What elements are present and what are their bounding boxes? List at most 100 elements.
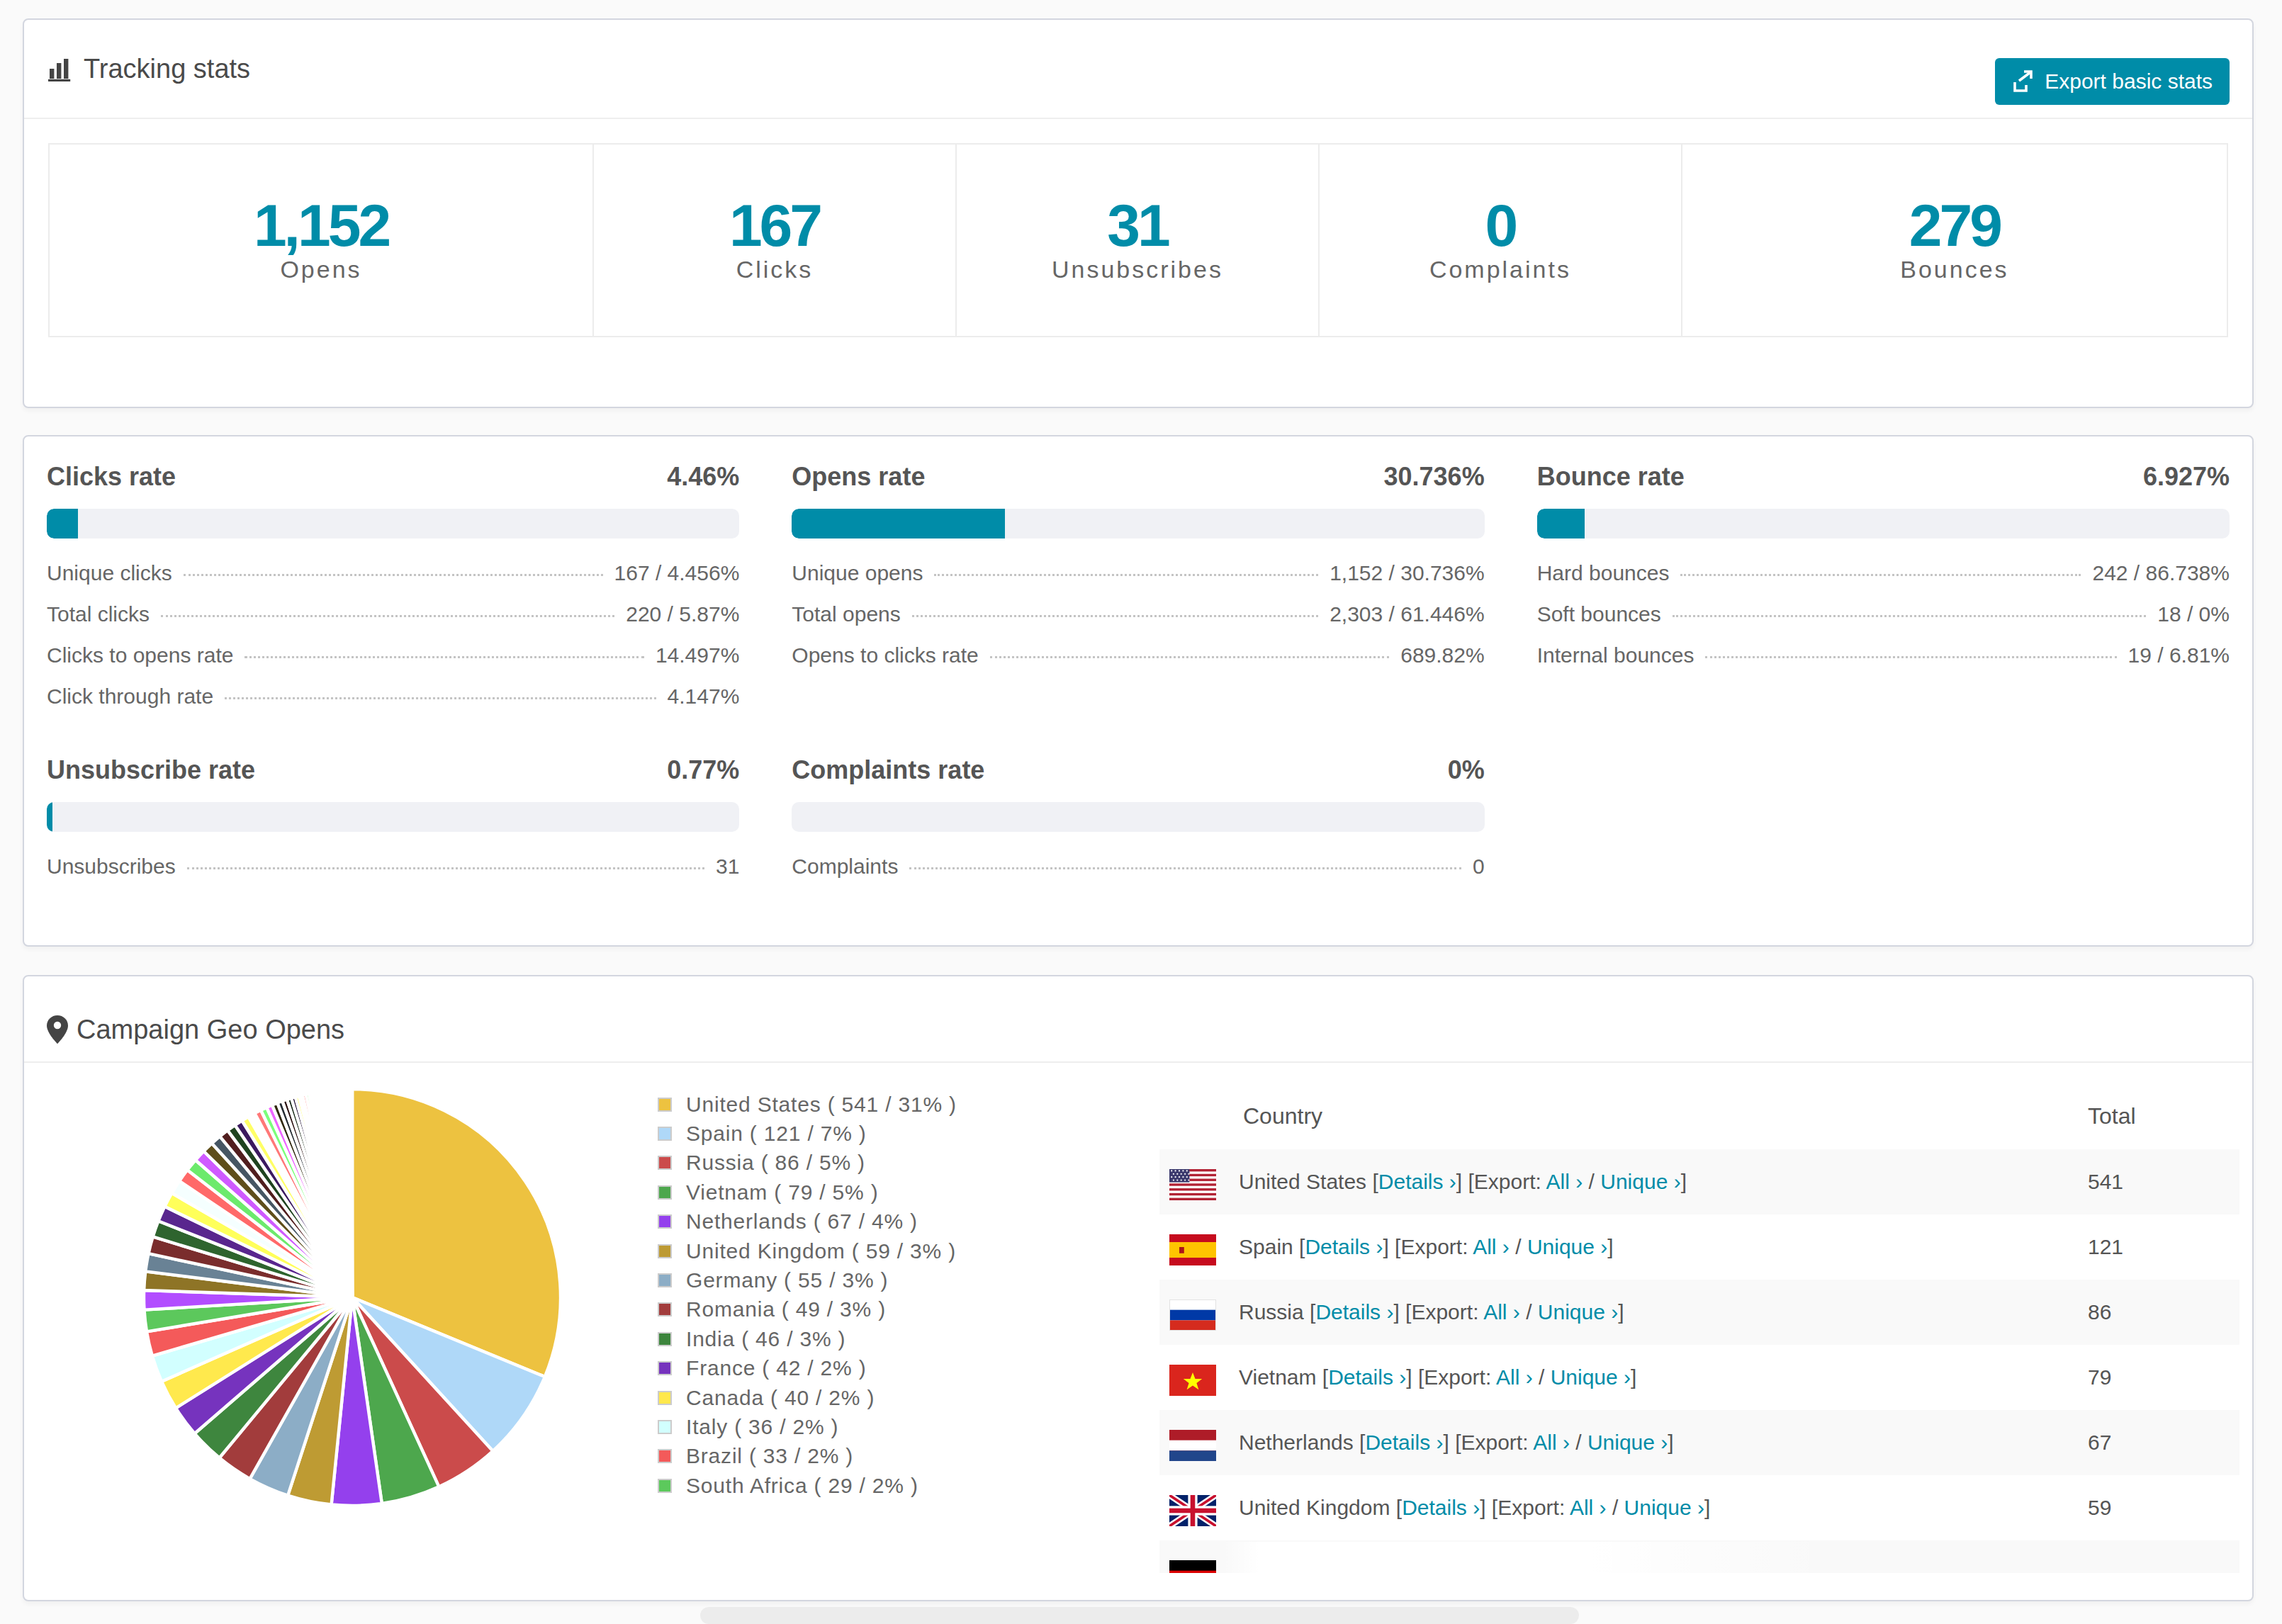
legend-swatch (658, 1156, 672, 1170)
geo-table-header: Country Total (1159, 1063, 2239, 1149)
geo-country-cell: United States [Details ›] [Export: All ›… (1239, 1170, 1687, 1194)
rate-title: Opens rate (792, 462, 925, 492)
rate-row: Unsubscribes31 (47, 855, 739, 896)
legend-swatch (658, 1185, 672, 1200)
rate-percentage: 0% (1448, 755, 1485, 785)
rate-progress-bar (47, 802, 739, 832)
rate-progress-bar (1537, 509, 2230, 538)
legend-item: Canada ( 40 / 2% ) (658, 1383, 957, 1412)
legend-label: United States ( 541 / 31% ) (686, 1093, 957, 1117)
rate-row: Total clicks220 / 5.87% (47, 602, 739, 643)
geo-country-cell: Netherlands [Details ›] [Export: All › /… (1239, 1431, 1674, 1455)
stat-label: Clicks (736, 256, 814, 283)
legend-label: Romania ( 49 / 3% ) (686, 1297, 886, 1321)
dotted-leader (990, 656, 1389, 658)
legend-swatch (658, 1244, 672, 1258)
export-unique-link[interactable]: Unique › (1551, 1365, 1631, 1389)
legend-swatch (658, 1449, 672, 1463)
legend-item: Romania ( 49 / 3% ) (658, 1295, 957, 1324)
legend-label: Canada ( 40 / 2% ) (686, 1386, 875, 1410)
flag-icon-vn (1169, 1365, 1220, 1391)
export-all-link[interactable]: All › (1546, 1170, 1583, 1193)
rate-row: Unique clicks167 / 4.456% (47, 561, 739, 602)
export-icon (2012, 69, 2036, 94)
legend-item: Netherlands ( 67 / 4% ) (658, 1207, 957, 1236)
legend-swatch (658, 1361, 672, 1375)
dotted-leader (912, 615, 1318, 617)
export-unique-link[interactable]: Unique › (1624, 1496, 1704, 1519)
export-unique-link[interactable]: Unique › (1527, 1235, 1607, 1258)
dotted-leader (1705, 656, 2116, 658)
tracking-stats-card: Tracking stats Export basic stats 1,152O… (23, 18, 2254, 408)
export-unique-link[interactable]: Unique › (1587, 1431, 1668, 1454)
geo-total-cell: 541 (2088, 1170, 2239, 1194)
rate-row: Hard bounces242 / 86.738% (1537, 561, 2230, 602)
export-unique-link[interactable]: Unique › (1538, 1300, 1618, 1324)
legend-swatch (658, 1214, 672, 1229)
dotted-leader (184, 574, 603, 576)
legend-item: India ( 46 / 3% ) (658, 1324, 957, 1353)
legend-label: Vietnam ( 79 / 5% ) (686, 1180, 878, 1205)
legend-label: South Africa ( 29 / 2% ) (686, 1474, 918, 1498)
geo-legend: United States ( 541 / 31% ) Spain ( 121 /… (658, 1090, 957, 1500)
details-link[interactable]: Details › (1378, 1170, 1456, 1193)
export-all-link[interactable]: All › (1533, 1431, 1570, 1454)
legend-item: Russia ( 86 / 5% ) (658, 1149, 957, 1178)
horizontal-scrollbar[interactable] (700, 1607, 1579, 1624)
geo-table: Country Total United States [Details ›] … (1159, 1063, 2239, 1573)
legend-label: India ( 46 / 3% ) (686, 1327, 845, 1351)
legend-swatch (658, 1127, 672, 1141)
details-link[interactable]: Details › (1402, 1496, 1480, 1519)
geo-total-cell: 86 (2088, 1300, 2239, 1324)
stat-label: Unsubscribes (1052, 256, 1223, 283)
rate-title: Bounce rate (1537, 462, 1685, 492)
export-basic-stats-button[interactable]: Export basic stats (1995, 58, 2230, 105)
legend-item: South Africa ( 29 / 2% ) (658, 1471, 957, 1500)
geo-col-total: Total (2088, 1103, 2239, 1129)
stat-bounces: 279Bounces (1682, 145, 2227, 336)
flag-icon-nl (1169, 1430, 1220, 1456)
legend-swatch (658, 1098, 672, 1112)
export-all-link[interactable]: All › (1483, 1300, 1520, 1324)
rate-progress-bar (792, 802, 1484, 832)
rate-row: Complaints0 (792, 855, 1484, 896)
stat-value: 279 (1909, 191, 2000, 260)
legend-label: Spain ( 121 / 7% ) (686, 1122, 867, 1146)
geo-table-row-nl: Netherlands [Details ›] [Export: All › /… (1159, 1410, 2239, 1475)
details-link[interactable]: Details › (1305, 1235, 1383, 1258)
legend-label: Italy ( 36 / 2% ) (686, 1415, 838, 1439)
legend-swatch (658, 1273, 672, 1287)
legend-swatch (658, 1479, 672, 1493)
details-link[interactable]: Details › (1365, 1431, 1443, 1454)
stat-complaints: 0Complaints (1320, 145, 1682, 336)
tracking-stats-title: Tracking stats (84, 54, 250, 84)
geo-country-cell: Spain [Details ›] [Export: All › / Uniqu… (1239, 1235, 1614, 1259)
flag-icon-de (1169, 1560, 1220, 1574)
export-all-link[interactable]: All › (1570, 1496, 1607, 1519)
geo-total-cell: 67 (2088, 1431, 2239, 1455)
bar-chart-icon (47, 55, 75, 83)
legend-item: Germany ( 55 / 3% ) (658, 1265, 957, 1295)
details-link[interactable]: Details › (1328, 1365, 1406, 1389)
legend-label: Russia ( 86 / 5% ) (686, 1151, 865, 1175)
export-unique-link[interactable]: Unique › (1600, 1170, 1680, 1193)
stat-value: 0 (1485, 191, 1516, 260)
legend-swatch (658, 1332, 672, 1346)
stat-value: 167 (729, 191, 820, 260)
map-marker-icon (47, 1015, 68, 1044)
geo-total-cell: 59 (2088, 1496, 2239, 1520)
rate-row: Opens to clicks rate689.82% (792, 643, 1484, 684)
geo-total-cell: 79 (2088, 1365, 2239, 1389)
rate-block-opens-rate: Opens rate30.736%Unique opens1,152 / 30.… (792, 462, 1484, 726)
legend-label: Netherlands ( 67 / 4% ) (686, 1209, 918, 1234)
flag-icon-es (1169, 1234, 1220, 1261)
legend-item: France ( 42 / 2% ) (658, 1354, 957, 1383)
export-all-link[interactable]: All › (1496, 1365, 1533, 1389)
dotted-leader (1673, 615, 2146, 617)
rate-percentage: 0.77% (667, 755, 739, 785)
geo-header: Campaign Geo Opens (24, 976, 2252, 1063)
legend-item: Spain ( 121 / 7% ) (658, 1119, 957, 1148)
dotted-leader (244, 656, 643, 658)
details-link[interactable]: Details › (1315, 1300, 1393, 1324)
export-all-link[interactable]: All › (1473, 1235, 1510, 1258)
